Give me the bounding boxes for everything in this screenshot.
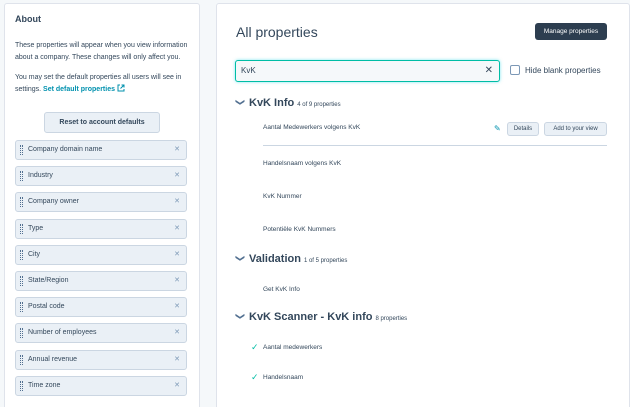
remove-icon[interactable]: ✕: [174, 298, 180, 316]
property-chip[interactable]: Time zone ✕: [15, 375, 187, 396]
drag-handle-icon[interactable]: [20, 302, 23, 313]
chip-label: Company domain name: [28, 146, 103, 153]
property-chip-list: Company domain name ✕ Industry ✕ Company o…: [15, 140, 189, 396]
drag-handle-icon[interactable]: [20, 171, 23, 182]
property-row[interactable]: Aantal medewerkers: [263, 344, 322, 351]
pencil-icon[interactable]: ✎: [494, 124, 501, 133]
hide-blank-toggle[interactable]: Hide blank properties: [510, 65, 601, 75]
checkmark-icon: ✓: [251, 372, 259, 382]
external-link-icon: [117, 84, 125, 92]
property-chip[interactable]: Company owner ✕: [15, 192, 187, 213]
remove-icon[interactable]: ✕: [174, 167, 180, 185]
remove-icon[interactable]: ✕: [174, 324, 180, 342]
chevron-down-icon: ❯: [235, 312, 246, 321]
property-row[interactable]: Potentiële KvK Nummers: [263, 226, 336, 233]
chip-label: Postal code: [28, 303, 65, 311]
chip-label: Type: [28, 224, 44, 232]
section-title: KvK Info: [249, 97, 295, 109]
remove-icon[interactable]: ✕: [174, 351, 180, 369]
property-chip[interactable]: Company domain name ✕: [15, 140, 187, 160]
row-divider: [263, 145, 607, 146]
manage-properties-button[interactable]: Manage properties: [535, 23, 607, 40]
chip-label: Number of employees: [28, 329, 97, 337]
chip-label: City: [28, 250, 41, 258]
page-title: All properties: [236, 24, 318, 40]
section-title: Validation: [249, 253, 301, 265]
property-row[interactable]: Get KvK Info: [263, 286, 300, 293]
property-row[interactable]: Handelsnaam volgens KvK: [263, 160, 341, 167]
about-default-text: You may set the default properties all u…: [15, 72, 189, 96]
remove-icon[interactable]: ✕: [174, 193, 180, 211]
section-title: KvK Scanner - KvK info: [249, 311, 373, 323]
remove-icon[interactable]: ✕: [174, 377, 180, 395]
property-chip[interactable]: State/Region ✕: [15, 270, 187, 291]
chip-label: Industry: [28, 172, 53, 180]
set-default-properties-label: Set default properties: [43, 86, 115, 93]
property-row[interactable]: KvK Nummer: [263, 193, 302, 200]
drag-handle-icon[interactable]: [20, 380, 23, 391]
drag-handle-icon[interactable]: [20, 328, 23, 339]
property-chip[interactable]: Industry ✕: [15, 166, 187, 187]
drag-handle-icon[interactable]: [20, 275, 23, 286]
hide-blank-label: Hide blank properties: [525, 66, 601, 75]
details-button[interactable]: Details: [507, 122, 539, 136]
remove-icon[interactable]: ✕: [174, 272, 180, 290]
section-count: 8 properties: [375, 316, 408, 322]
drag-handle-icon[interactable]: [20, 249, 23, 260]
section-header-validation[interactable]: ❯ Validation 1 of 5 properties: [235, 253, 348, 265]
drag-handle-icon[interactable]: [20, 223, 23, 234]
search-input[interactable]: KvK ✕: [235, 60, 500, 82]
all-properties-panel: All properties Manage properties KvK ✕ H…: [216, 3, 630, 407]
drag-handle-icon[interactable]: [20, 145, 23, 155]
reset-to-defaults-button[interactable]: Reset to account defaults: [44, 112, 160, 133]
section-count: 4 of 9 properties: [297, 102, 341, 108]
chip-label: Company owner: [28, 198, 79, 206]
checkmark-icon: ✓: [251, 342, 259, 352]
set-default-properties-link[interactable]: Set default properties: [43, 84, 125, 93]
add-to-view-button[interactable]: Add to your view: [544, 122, 607, 136]
search-value: KvK: [241, 66, 256, 75]
drag-handle-icon[interactable]: [20, 354, 23, 365]
drag-handle-icon[interactable]: [20, 197, 23, 208]
remove-icon[interactable]: ✕: [174, 246, 180, 264]
clear-search-icon[interactable]: ✕: [485, 61, 493, 81]
chevron-down-icon: ❯: [235, 98, 246, 107]
about-title: About: [15, 14, 41, 24]
remove-icon[interactable]: ✕: [174, 220, 180, 238]
chevron-down-icon: ❯: [235, 254, 246, 263]
chip-label: Annual revenue: [28, 355, 78, 363]
property-chip[interactable]: Number of employees ✕: [15, 323, 187, 344]
chip-label: State/Region: [28, 276, 69, 284]
property-chip[interactable]: Postal code ✕: [15, 297, 187, 318]
property-chip[interactable]: Type ✕: [15, 218, 187, 239]
section-header-kvk-info[interactable]: ❯ KvK Info 4 of 9 properties: [235, 97, 341, 109]
chip-label: Time zone: [28, 381, 61, 389]
property-chip[interactable]: City ✕: [15, 244, 187, 265]
property-row[interactable]: Handelsnaam: [263, 374, 303, 381]
property-row[interactable]: Aantal Medewerkers volgens KvK: [263, 124, 360, 131]
property-chip[interactable]: Annual revenue ✕: [15, 349, 187, 370]
about-panel: About These properties will appear when …: [4, 3, 200, 407]
section-header-kvk-scanner[interactable]: ❯ KvK Scanner - KvK info 8 properties: [235, 311, 408, 323]
remove-icon[interactable]: ✕: [174, 141, 180, 159]
section-count: 1 of 5 properties: [303, 258, 348, 264]
hide-blank-checkbox[interactable]: [510, 65, 520, 75]
about-description: These properties will appear when you vi…: [15, 42, 188, 61]
